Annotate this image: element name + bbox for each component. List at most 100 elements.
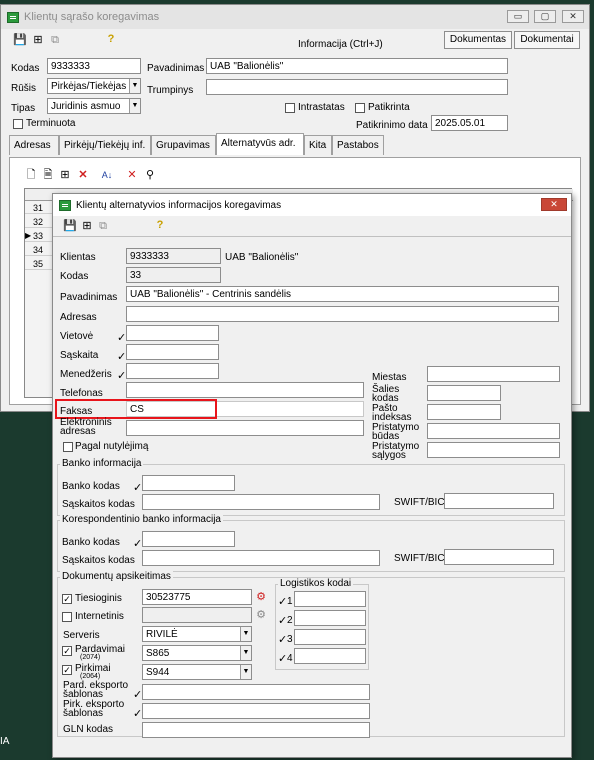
logist-tick-icon[interactable]: ✓ xyxy=(278,616,287,627)
tab-kita[interactable]: Kita xyxy=(304,135,332,155)
koresp-saskaitos-field[interactable] xyxy=(142,550,380,566)
pristatymo-salygos-field[interactable] xyxy=(427,442,560,458)
maximize-button[interactable]: ▢ xyxy=(534,10,556,23)
trumpinys-field[interactable] xyxy=(206,79,508,95)
pard-eksporto-field[interactable] xyxy=(142,684,370,700)
copy-icon[interactable]: ⧉ xyxy=(96,219,110,233)
tipas-select[interactable]: Juridinis asmuo ▼ xyxy=(47,98,141,114)
binoculars-icon[interactable]: ⚲ xyxy=(143,168,157,182)
pagal-checkbox[interactable] xyxy=(63,442,73,452)
copy-icon[interactable]: ⧉ xyxy=(48,33,62,47)
miestas-field[interactable] xyxy=(427,366,560,382)
logist-tick-icon[interactable]: ✓ xyxy=(278,635,287,646)
delete-icon[interactable]: ✕ xyxy=(76,168,90,182)
chevron-down-icon[interactable]: ▼ xyxy=(240,646,251,660)
edit-doc-icon[interactable]: 🗎 xyxy=(41,168,55,182)
logist-field-2[interactable] xyxy=(294,610,366,626)
banko-group-title: Banko informacija xyxy=(60,458,144,470)
pard-eksp-tick-icon[interactable]: ✓ xyxy=(133,690,142,701)
new-doc-icon[interactable]: 🗋 xyxy=(24,168,38,182)
patikrinimo-field[interactable]: 2025.05.01 xyxy=(431,115,508,131)
pirk-eksporto-field[interactable] xyxy=(142,703,370,719)
close-button[interactable]: ✕ xyxy=(562,10,584,23)
saskaita-tick-icon[interactable]: ✓ xyxy=(117,352,126,363)
logist-field-3[interactable] xyxy=(294,629,366,645)
table-row[interactable]: 31 xyxy=(25,202,55,214)
patikrinta-checkbox[interactable] xyxy=(355,103,365,113)
banko-kodas-field[interactable] xyxy=(142,475,235,491)
pasto-field[interactable] xyxy=(427,404,501,420)
save-icon[interactable]: 💾 xyxy=(13,33,27,47)
menedzeris-tick-icon[interactable]: ✓ xyxy=(117,371,126,382)
tab-grupavimas[interactable]: Grupavimas xyxy=(151,135,216,155)
pardavimai-checkbox[interactable]: ✓ xyxy=(62,646,72,656)
gln-field[interactable] xyxy=(142,722,370,738)
tiesioginis-field[interactable]: 30523775 xyxy=(142,589,252,605)
adresas-field[interactable] xyxy=(126,306,559,322)
table-row[interactable]: 34 xyxy=(25,244,55,256)
saskaitos-kodas-field[interactable] xyxy=(142,494,380,510)
terminuota-checkbox[interactable] xyxy=(13,119,23,129)
server-icon[interactable]: ⚙ xyxy=(254,590,268,604)
logist-tick-icon[interactable]: ✓ xyxy=(278,597,287,608)
pavadinimas-field[interactable]: UAB "Balionėlis" - Centrinis sandėlis xyxy=(126,286,559,302)
vietove-field[interactable] xyxy=(126,325,219,341)
banko-kodas-tick-icon[interactable]: ✓ xyxy=(133,483,142,494)
pirkimai-checkbox[interactable]: ✓ xyxy=(62,665,72,675)
telefonas-field[interactable] xyxy=(126,382,364,398)
tree-icon[interactable]: ⊞ xyxy=(80,219,94,233)
tree-icon[interactable]: ⊞ xyxy=(58,168,72,182)
info-label[interactable]: Informacija (Ctrl+J) xyxy=(298,39,383,51)
intrastatas-checkbox[interactable] xyxy=(285,103,295,113)
internetinis-checkbox[interactable] xyxy=(62,612,72,622)
email-label-line2: adresas xyxy=(60,426,96,437)
pavadinimas-field[interactable]: UAB "Balionėlis" xyxy=(206,58,508,74)
main-title: Klientų sąrašo koregavimas xyxy=(24,11,160,23)
clear-filter-icon[interactable]: ✕ xyxy=(125,168,139,182)
rusis-select[interactable]: Pirkėjas/Tiekėjas ▼ xyxy=(47,78,141,94)
tree-icon[interactable]: ⊞ xyxy=(31,33,45,47)
logist-field-1[interactable] xyxy=(294,591,366,607)
tab-adresas[interactable]: Adresas xyxy=(9,135,59,155)
koresp-banko-tick-icon[interactable]: ✓ xyxy=(133,539,142,550)
dialog-titlebar[interactable]: Klientų alternatyvios informacijos koreg… xyxy=(53,194,571,216)
pristatymo-budas-field[interactable] xyxy=(427,423,560,439)
menedzeris-field[interactable] xyxy=(126,363,219,379)
dialog-close-button[interactable]: ✕ xyxy=(541,198,567,211)
email-field[interactable] xyxy=(126,420,364,436)
chevron-down-icon[interactable]: ▼ xyxy=(129,79,140,93)
sort-icon[interactable]: A↓ xyxy=(100,168,114,182)
kodas-field[interactable]: 9333333 xyxy=(47,58,141,74)
help-icon[interactable]: ? xyxy=(153,218,167,232)
chevron-down-icon[interactable]: ▼ xyxy=(240,627,251,641)
tiesioginis-checkbox[interactable]: ✓ xyxy=(62,594,72,604)
documents2-button[interactable]: Dokumentai xyxy=(514,31,580,49)
tab-pastabos[interactable]: Pastabos xyxy=(332,135,384,155)
pardavimai-select[interactable]: S865 ▼ xyxy=(142,645,252,661)
pirkimai-select[interactable]: S944 ▼ xyxy=(142,664,252,680)
koresp-swift-field[interactable] xyxy=(444,549,554,565)
help-icon[interactable]: ? xyxy=(104,32,118,46)
table-row[interactable]: 32 xyxy=(25,216,55,228)
salies-field[interactable] xyxy=(427,385,501,401)
koresp-banko-kodas-field[interactable] xyxy=(142,531,235,547)
saskaita-field[interactable] xyxy=(126,344,219,360)
logist-tick-icon[interactable]: ✓ xyxy=(278,654,287,665)
tab-pirkeju-tiekeju[interactable]: Pirkėjų/Tiekėjų inf. xyxy=(59,135,151,155)
swift-field[interactable] xyxy=(444,493,554,509)
save-icon[interactable]: 💾 xyxy=(63,219,77,233)
tab-alternatyvus[interactable]: Alternatyvūs adr. xyxy=(216,133,304,155)
chevron-down-icon[interactable]: ▼ xyxy=(129,99,140,113)
logist-num: 2 xyxy=(287,615,293,626)
table-row[interactable]: 35 xyxy=(25,258,55,270)
main-titlebar[interactable]: Klientų sąrašo koregavimas ▭ ▢ ✕ xyxy=(1,5,589,29)
kodas-label: Kodas xyxy=(11,63,40,74)
minimize-button[interactable]: ▭ xyxy=(507,10,529,23)
server-icon[interactable]: ⚙ xyxy=(254,608,268,622)
chevron-down-icon[interactable]: ▼ xyxy=(240,665,251,679)
serveris-select[interactable]: RIVILĖ ▼ xyxy=(142,626,252,642)
logist-field-4[interactable] xyxy=(294,648,366,664)
vietove-tick-icon[interactable]: ✓ xyxy=(117,333,126,344)
pirk-eksp-tick-icon[interactable]: ✓ xyxy=(133,709,142,720)
documents-button[interactable]: Dokumentas xyxy=(444,31,512,49)
